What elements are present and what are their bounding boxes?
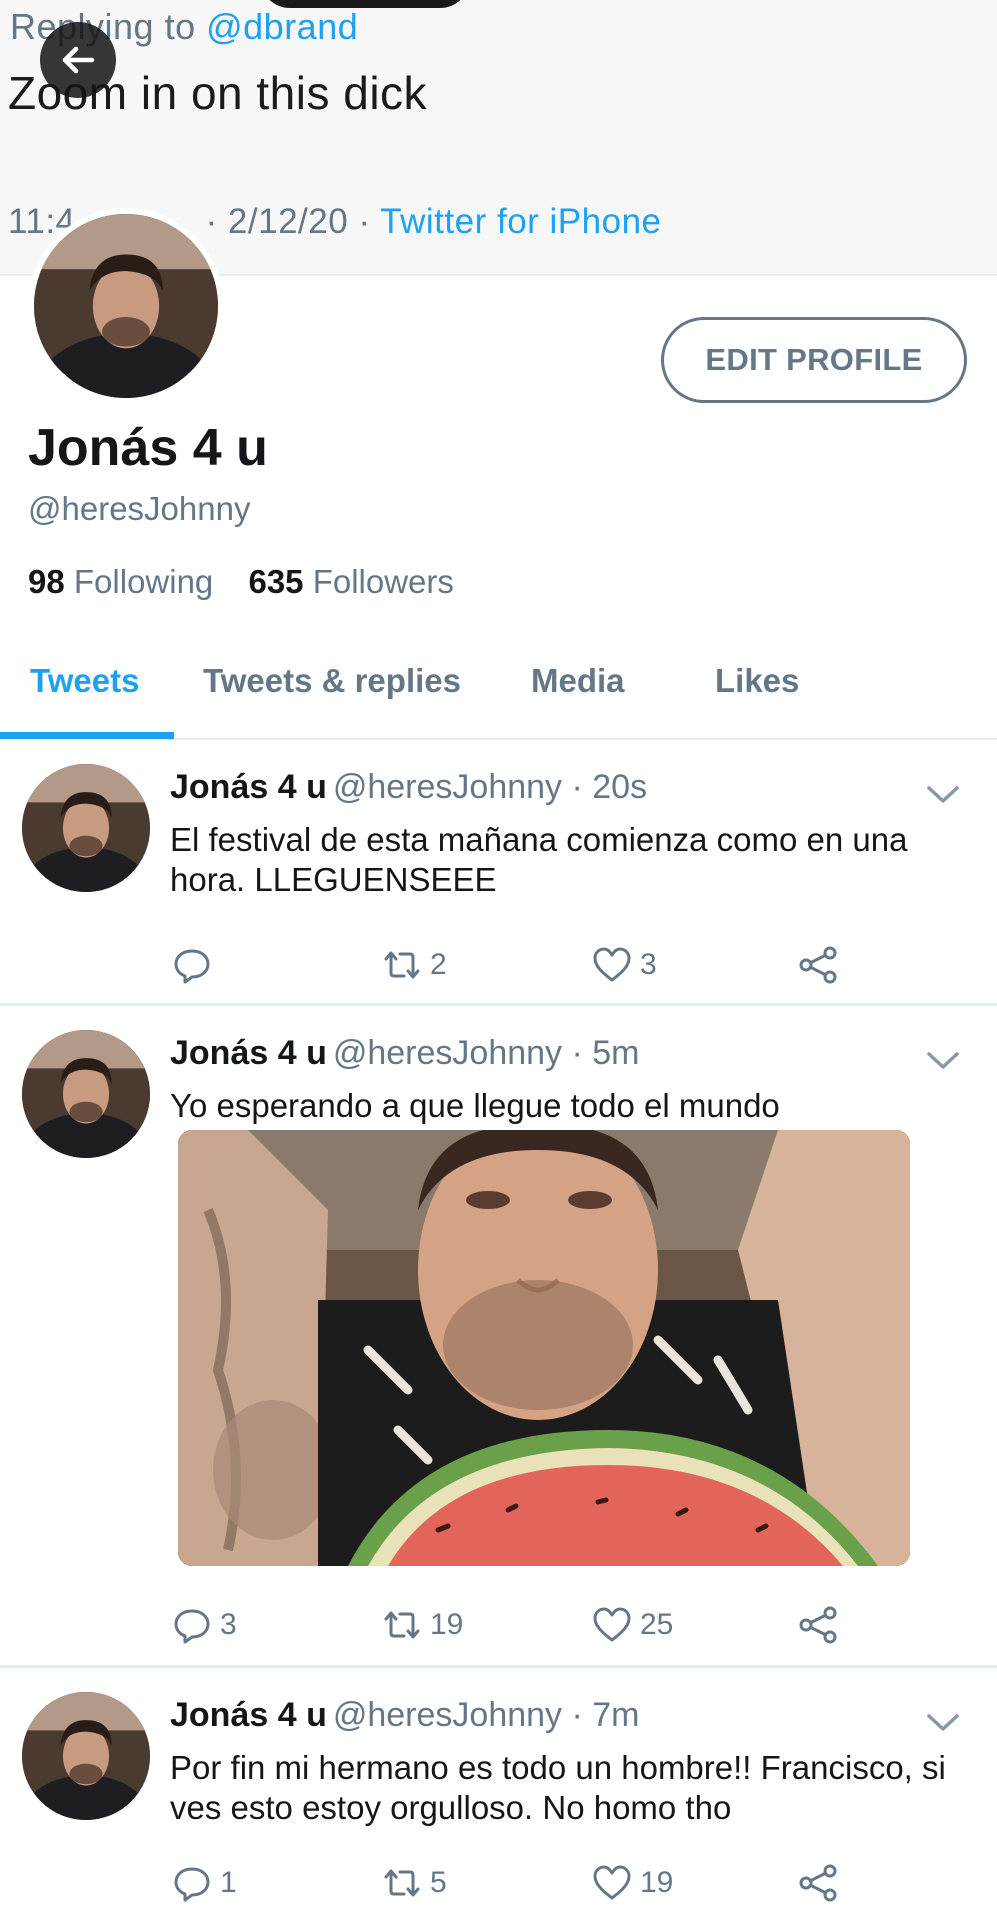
profile-handle: @heresJohnny — [28, 490, 251, 527]
tweet-timestamp: · 20s — [571, 768, 648, 806]
tweet-avatar[interactable] — [22, 764, 150, 892]
tweet-text: El festival de esta mañana comienza como… — [170, 821, 908, 898]
share-button[interactable] — [796, 1860, 846, 1906]
retweet-icon — [384, 1869, 420, 1897]
retweet-count: 5 — [430, 1866, 447, 1899]
active-tab-indicator — [0, 732, 174, 739]
like-icon — [593, 1865, 631, 1900]
edit-profile-button[interactable]: EDIT PROFILE — [661, 317, 967, 403]
tweet-header: Jonás 4 u @heresJohnny · 7m — [170, 1696, 640, 1735]
share-button[interactable] — [796, 1602, 846, 1648]
tweet-actions: 2 3 — [170, 942, 870, 992]
tab-likes[interactable]: Likes — [715, 662, 799, 700]
reply-icon — [174, 1609, 210, 1644]
profile-screen: Replying to @dbrand Zoom in on this dick… — [0, 0, 997, 1920]
profile-stats: 98 Following 635 Followers — [28, 563, 454, 601]
tweet-header: Jonás 4 u @heresJohnny · 20s — [170, 768, 647, 807]
tweet-timestamp: · 5m — [571, 1034, 640, 1072]
following-count: 98 — [28, 563, 65, 600]
profile-display-name: Jonás 4 u — [28, 419, 268, 477]
retweet-count: 2 — [430, 948, 447, 981]
tweet-avatar[interactable] — [22, 1692, 150, 1820]
following-label: Following — [73, 563, 214, 600]
tweet[interactable]: Jonás 4 u @heresJohnny · 20s El festival … — [0, 742, 997, 1006]
tweet-text: Yo esperando a que llegue todo el mundo — [170, 1087, 780, 1124]
chevron-down-icon[interactable] — [925, 1048, 961, 1072]
tweet-header: Jonás 4 u @heresJohnny · 5m — [170, 1034, 640, 1073]
banner-meta-app: Twitter for iPhone — [380, 202, 662, 241]
share-icon — [799, 1864, 837, 1902]
share-button[interactable] — [796, 942, 846, 988]
reply-count: 1 — [220, 1866, 237, 1899]
chevron-down-icon[interactable] — [925, 782, 961, 806]
tweet-author-handle: @heresJohnny — [332, 768, 563, 806]
like-button[interactable]: 3 — [590, 942, 657, 988]
tweet-author-handle: @heresJohnny — [332, 1034, 563, 1072]
reply-button[interactable] — [170, 942, 220, 988]
like-icon — [593, 947, 631, 982]
retweet-button[interactable]: 2 — [380, 942, 447, 988]
followers-count: 635 — [248, 563, 304, 600]
tweet-actions: 1 5 19 — [170, 1860, 870, 1910]
chevron-down-icon[interactable] — [925, 1710, 961, 1734]
reply-button[interactable]: 3 — [170, 1602, 237, 1648]
like-button[interactable]: 25 — [590, 1602, 673, 1648]
tab-tweets[interactable]: Tweets — [30, 662, 139, 700]
reply-icon — [174, 949, 210, 984]
back-button[interactable] — [40, 22, 116, 98]
tweet-timestamp: · 7m — [571, 1696, 640, 1734]
banner-replying-handle: @dbrand — [206, 6, 359, 47]
retweet-icon — [384, 1611, 420, 1639]
reply-count: 3 — [220, 1608, 237, 1641]
like-count: 19 — [640, 1866, 674, 1899]
like-button[interactable]: 19 — [590, 1860, 673, 1906]
profile-avatar[interactable] — [28, 208, 224, 404]
retweet-icon — [384, 951, 420, 979]
tweet[interactable]: Jonás 4 u @heresJohnny · 5m Yo esperando … — [0, 1008, 997, 1668]
back-arrow-icon — [62, 46, 95, 74]
followers-label: Followers — [312, 563, 454, 600]
like-count: 3 — [640, 948, 657, 981]
tweet-text: Por fin mi hermano es todo un hombre!! F… — [170, 1749, 946, 1826]
tweet-author-name[interactable]: Jonás 4 u — [170, 768, 327, 806]
retweet-count: 19 — [430, 1608, 464, 1641]
retweet-button[interactable]: 19 — [380, 1602, 463, 1648]
share-icon — [799, 1606, 837, 1644]
tab-media[interactable]: Media — [531, 662, 625, 700]
tweet-author-name[interactable]: Jonás 4 u — [170, 1034, 327, 1072]
reply-icon — [174, 1867, 210, 1902]
tweet-author-handle: @heresJohnny — [332, 1696, 563, 1734]
reply-button[interactable]: 1 — [170, 1860, 237, 1906]
like-icon — [593, 1607, 631, 1642]
tweet-actions: 3 19 25 — [170, 1602, 870, 1652]
like-count: 25 — [640, 1608, 674, 1641]
share-icon — [799, 946, 837, 984]
tweet-media-image[interactable] — [178, 1130, 910, 1566]
tweet-avatar[interactable] — [22, 1030, 150, 1158]
tweet[interactable]: Jonás 4 u @heresJohnny · 7m Por fin mi he… — [0, 1670, 997, 1920]
profile-tabs: Tweets Tweets & replies Media Likes — [0, 640, 997, 740]
tab-tweets-replies[interactable]: Tweets & replies — [203, 662, 461, 700]
banner-meta-date: · 2/12/20 · — [205, 202, 381, 241]
tweet-author-name[interactable]: Jonás 4 u — [170, 1696, 327, 1734]
followers-link[interactable]: 635 Followers — [248, 563, 453, 600]
retweet-button[interactable]: 5 — [380, 1860, 447, 1906]
following-link[interactable]: 98 Following — [28, 563, 213, 600]
